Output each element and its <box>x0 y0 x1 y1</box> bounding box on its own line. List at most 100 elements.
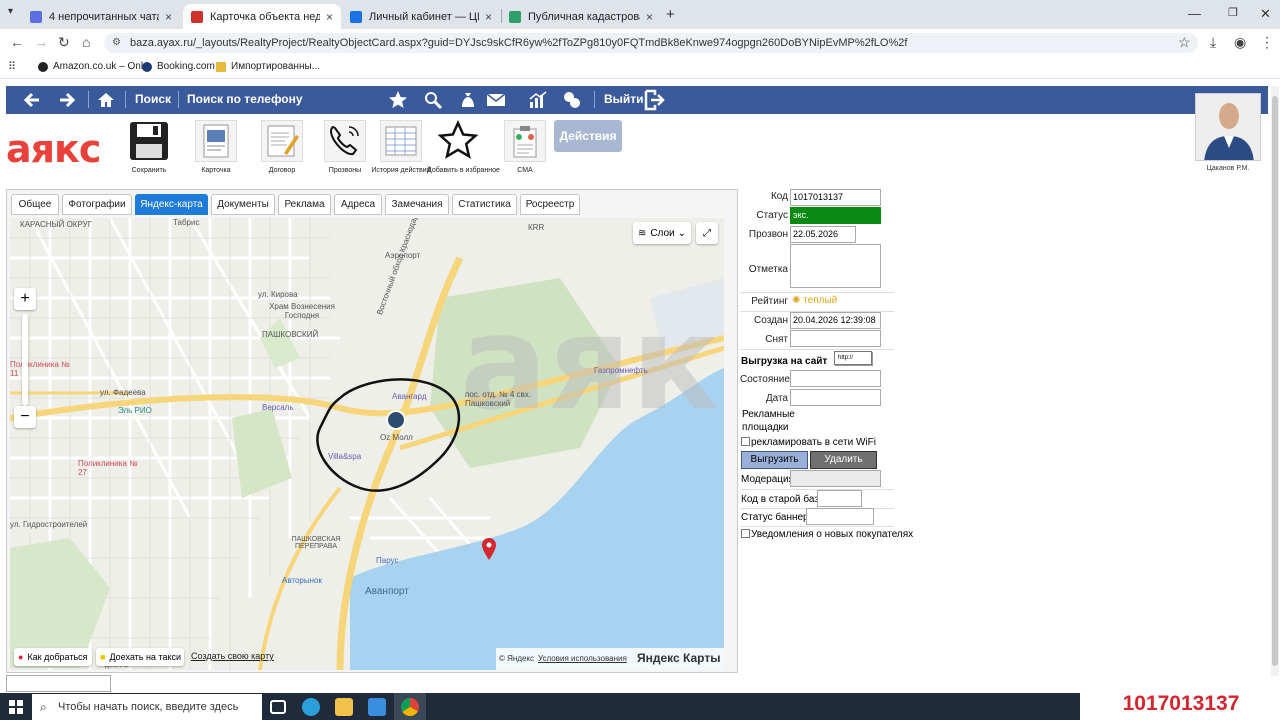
tab-general[interactable]: Общее <box>11 194 59 215</box>
minimize-icon[interactable]: — <box>1188 6 1201 21</box>
forward-icon[interactable]: → <box>34 34 48 50</box>
task-view-icon[interactable] <box>270 700 286 714</box>
map-search-icon[interactable] <box>423 90 443 110</box>
tab-rosreestr[interactable]: Росреестр <box>520 194 580 215</box>
window-close-icon[interactable]: ✕ <box>1260 6 1271 22</box>
bookmark-star-icon[interactable]: ☆ <box>1178 34 1191 51</box>
restore-icon[interactable]: ❐ <box>1228 6 1238 19</box>
mall-photo-pin-icon[interactable] <box>386 410 406 430</box>
card-button[interactable]: Карточка <box>185 120 247 174</box>
date-field[interactable] <box>790 389 881 406</box>
chat-icon <box>30 10 42 23</box>
site-link-button[interactable]: http:// <box>834 351 872 365</box>
file-explorer-icon[interactable] <box>335 698 353 716</box>
nav-search[interactable]: Поиск <box>135 92 171 106</box>
bookmark-amazon[interactable]: Amazon.co.uk – Onl... <box>38 61 151 72</box>
object-location-pin-icon[interactable] <box>482 538 496 560</box>
mail-app-icon[interactable] <box>368 698 386 716</box>
page-scrollbar[interactable] <box>1271 86 1279 676</box>
bookmark-imported[interactable]: Импортированны... <box>216 61 320 72</box>
taxi-button[interactable]: ■ Доехать на такси <box>96 648 184 666</box>
wifi-checkbox[interactable] <box>741 437 750 446</box>
map-label-oz-mall: Oz Молл <box>380 433 413 442</box>
zoom-in-button[interactable]: + <box>14 288 36 310</box>
save-button[interactable]: Сохранить <box>118 120 180 174</box>
download-icon[interactable]: ⤓ <box>1210 34 1216 51</box>
browser-tab-cadastre[interactable]: Публичная кадастровая карта × <box>501 4 661 29</box>
map-label-el-rio: Эль РИО <box>118 406 152 415</box>
profile-icon[interactable]: ◉ <box>1234 34 1246 51</box>
status-label: Статус <box>756 210 788 221</box>
close-icon[interactable]: × <box>326 10 333 24</box>
logout-button[interactable]: Выйти <box>604 92 644 106</box>
avatar[interactable] <box>1195 93 1261 161</box>
taskbar-search-input[interactable]: ⌕ Чтобы начать поиск, введите здесь запр… <box>32 694 262 720</box>
star-icon[interactable] <box>388 90 408 110</box>
terms-link[interactable]: Условия использования <box>538 654 627 663</box>
tab-yandex-map[interactable]: Яндекс-карта <box>135 194 208 215</box>
tab-ads[interactable]: Реклама <box>278 194 331 215</box>
history-button[interactable]: История действий <box>370 120 432 174</box>
cma-button[interactable]: СМА <box>494 120 556 174</box>
nav-separator <box>178 91 179 108</box>
create-map-link[interactable]: Создать свою карту <box>191 651 274 661</box>
nav-phone-search[interactable]: Поиск по телефону <box>187 92 303 106</box>
back-icon[interactable]: ← <box>10 34 24 50</box>
call-date-field[interactable]: 22.05.2026 <box>790 226 856 243</box>
close-icon[interactable]: × <box>165 10 172 24</box>
apps-grid-icon[interactable]: ⠿ <box>8 60 16 73</box>
browser-tab-chats[interactable]: 4 непрочитанных чата × <box>22 4 180 29</box>
zoom-slider[interactable] <box>22 314 28 406</box>
delete-button[interactable]: Удалить <box>810 451 877 469</box>
note-textarea[interactable] <box>790 244 881 288</box>
contract-button[interactable]: Договор <box>251 120 313 174</box>
url-field[interactable]: ⚙ baza.ayax.ru/_layouts/RealtyProject/Re… <box>104 33 1198 53</box>
yandex-map[interactable]: аякс КАРАСНЫЙ ОКРУГ Табрис Аэропорт Храм… <box>10 218 724 670</box>
menu-icon[interactable]: ⋮ <box>1260 34 1274 51</box>
browser-tab-realty-card[interactable]: Карточка объекта недвижимо × <box>183 4 341 29</box>
close-icon[interactable]: × <box>485 10 492 24</box>
status-field[interactable]: экс. <box>790 207 881 224</box>
chrome-icon[interactable] <box>401 698 419 716</box>
browser-tab-cian[interactable]: Личный кабинет — ЦИАН × <box>342 4 500 29</box>
tab-remarks[interactable]: Замечания <box>385 194 449 215</box>
mail-icon[interactable] <box>486 90 506 110</box>
tab-photos[interactable]: Фотографии <box>62 194 132 215</box>
actions-button[interactable]: Действия <box>554 120 622 152</box>
state-field[interactable] <box>790 370 881 387</box>
tab-search-icon[interactable]: ▾ <box>8 6 13 17</box>
removed-field[interactable] <box>790 330 881 347</box>
route-button[interactable]: ● Как добраться <box>14 648 92 666</box>
windows-start-icon[interactable] <box>9 700 23 714</box>
money-bag-icon[interactable] <box>458 90 478 110</box>
edge-icon[interactable] <box>302 698 320 716</box>
old-code-field[interactable] <box>817 490 862 507</box>
calls-button[interactable]: Прозвоны <box>314 120 376 174</box>
stats-icon[interactable] <box>528 90 548 110</box>
nav-forward-icon[interactable] <box>57 90 77 110</box>
tab-statistics[interactable]: Статистика <box>452 194 517 215</box>
layers-button[interactable]: ≋ Слои ⌄ <box>633 222 691 244</box>
add-favorite-button[interactable]: Добавить в избранное <box>427 119 500 174</box>
site-info-icon[interactable]: ⚙ <box>112 33 121 53</box>
nav-back-icon[interactable] <box>22 90 42 110</box>
settings-chat-icon[interactable] <box>562 90 582 110</box>
bookmark-booking[interactable]: Booking.com <box>142 61 215 72</box>
upload-button[interactable]: Выгрузить <box>741 451 808 469</box>
nav-home-icon[interactable] <box>96 90 116 110</box>
banner-status-field[interactable] <box>806 508 874 525</box>
fullscreen-button[interactable]: ⤢ <box>696 222 718 244</box>
reload-icon[interactable]: ↻ <box>58 34 70 51</box>
scrollbar-thumb[interactable] <box>1272 96 1278 666</box>
close-icon[interactable]: × <box>646 10 653 24</box>
zoom-out-button[interactable]: − <box>14 406 36 428</box>
new-tab-button[interactable]: + <box>666 6 675 23</box>
code-field[interactable]: 1017013137 <box>790 189 881 206</box>
tab-addresses[interactable]: Адреса <box>334 194 382 215</box>
yandex-maps-logo: Яндекс Карты <box>637 651 721 665</box>
home-icon[interactable]: ⌂ <box>82 34 90 50</box>
notify-checkbox[interactable] <box>741 529 750 538</box>
tab-documents[interactable]: Документы <box>211 194 275 215</box>
page-bottom-input[interactable] <box>6 675 111 692</box>
logout-icon[interactable] <box>643 89 665 111</box>
